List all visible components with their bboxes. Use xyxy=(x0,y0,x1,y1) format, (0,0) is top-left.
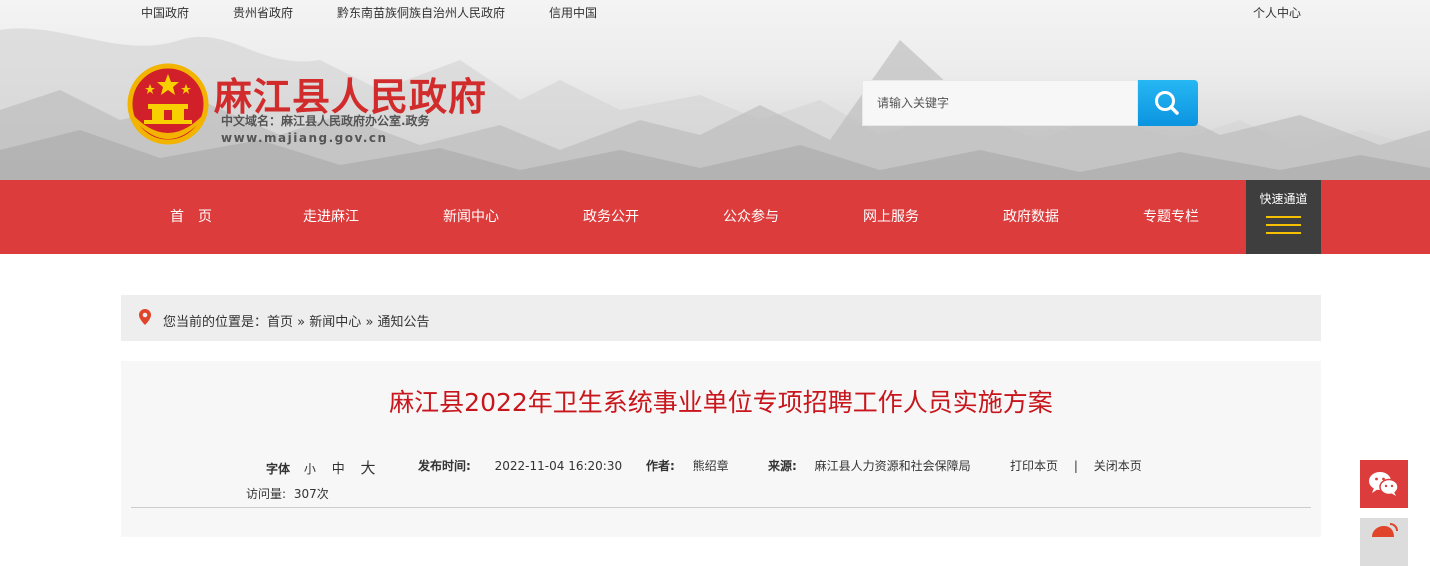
action-divider: | xyxy=(1073,459,1078,473)
toplink-china-gov[interactable]: 中国政府 xyxy=(141,4,189,21)
search-input[interactable] xyxy=(863,81,1137,125)
quick-access-button[interactable]: 快速通道 xyxy=(1246,180,1321,254)
top-links-bar: 中国政府 贵州省政府 黔东南苗族侗族自治州人民政府 信用中国 个人中心 xyxy=(0,4,1430,22)
visit-count: 访问量: 307次 xyxy=(246,485,329,502)
wechat-icon xyxy=(1369,472,1399,496)
visit-count-value: 307次 xyxy=(293,487,329,501)
site-url: www.majiang.gov.cn xyxy=(221,131,388,145)
article-panel: 麻江县2022年卫生系统事业单位专项招聘工作人员实施方案 字体 小 中 大 发布… xyxy=(121,361,1321,537)
weibo-float-button[interactable] xyxy=(1360,518,1408,566)
font-size-medium[interactable]: 中 xyxy=(332,462,345,477)
search-button[interactable] xyxy=(1138,80,1198,126)
source-label: 来源: xyxy=(768,459,797,473)
site-header: 中国政府 贵州省政府 黔东南苗族侗族自治州人民政府 信用中国 个人中心 麻江县人… xyxy=(0,0,1430,180)
national-emblem xyxy=(127,63,209,145)
publish-time-value: 2022-11-04 16:20:30 xyxy=(494,459,623,473)
nav-government-data[interactable]: 政府数据 xyxy=(961,180,1101,254)
author-value: 熊绍章 xyxy=(692,459,729,473)
nav-special-topics[interactable]: 专题专栏 xyxy=(1101,180,1241,254)
breadcrumb-prefix: 您当前的位置是： xyxy=(163,315,268,330)
breadcrumb-link-home[interactable]: 首页 xyxy=(267,315,293,330)
breadcrumb-separator: » xyxy=(365,315,374,330)
breadcrumb-link-news-center[interactable]: 新闻中心 xyxy=(309,315,361,330)
nav-home[interactable]: 首 页 xyxy=(121,180,261,254)
publish-time-label: 发布时间: xyxy=(418,459,471,473)
page-actions: 打印本页 | 关闭本页 xyxy=(1010,457,1142,474)
main-nav: 首 页 走进麻江 新闻中心 政务公开 公众参与 网上服务 政府数据 专题专栏 xyxy=(0,180,1430,254)
nav-about-majiang[interactable]: 走进麻江 xyxy=(261,180,401,254)
breadcrumb-link-notices[interactable]: 通知公告 xyxy=(378,315,430,330)
nav-news-center[interactable]: 新闻中心 xyxy=(401,180,541,254)
publish-time: 发布时间: 2022-11-04 16:20:30 xyxy=(418,457,622,474)
toplink-guizhou-gov[interactable]: 贵州省政府 xyxy=(233,4,293,21)
nav-government-affairs[interactable]: 政务公开 xyxy=(541,180,681,254)
article-divider-line xyxy=(131,507,1311,508)
source-value: 麻江县人力资源和社会保障局 xyxy=(814,459,971,473)
source: 来源: 麻江县人力资源和社会保障局 xyxy=(768,457,971,474)
author-label: 作者: xyxy=(646,459,675,473)
visit-count-label: 访问量: xyxy=(246,487,287,501)
quick-access-label: 快速通道 xyxy=(1259,192,1308,206)
site-domain-line: 中文域名：麻江县人民政府办公室.政务 xyxy=(221,114,430,128)
location-pin-icon xyxy=(139,309,151,325)
search-box xyxy=(862,80,1138,126)
font-size-label: 字体 xyxy=(266,462,291,476)
toplink-qiandongnan-gov[interactable]: 黔东南苗族侗族自治州人民政府 xyxy=(337,4,505,21)
font-size-small[interactable]: 小 xyxy=(304,462,316,476)
toplink-credit-china[interactable]: 信用中国 xyxy=(549,4,597,21)
font-size-controls: 字体 小 中 大 xyxy=(266,457,376,478)
user-center-link[interactable]: 个人中心 xyxy=(1253,4,1301,21)
nav-public-participation[interactable]: 公众参与 xyxy=(681,180,821,254)
font-size-large[interactable]: 大 xyxy=(361,459,376,477)
print-page-link[interactable]: 打印本页 xyxy=(1010,459,1058,473)
breadcrumb-trail: 您当前的位置是：首页 » 新闻中心 » 通知公告 xyxy=(163,311,430,330)
breadcrumb-separator: » xyxy=(297,315,306,330)
nav-online-services[interactable]: 网上服务 xyxy=(821,180,961,254)
search-icon xyxy=(1155,91,1179,115)
breadcrumb: 您当前的位置是：首页 » 新闻中心 » 通知公告 xyxy=(121,295,1321,341)
menu-icon xyxy=(1266,216,1301,234)
article-title: 麻江县2022年卫生系统事业单位专项招聘工作人员实施方案 xyxy=(389,388,1053,417)
wechat-float-button[interactable] xyxy=(1360,460,1408,508)
weibo-icon xyxy=(1372,523,1398,537)
close-page-link[interactable]: 关闭本页 xyxy=(1094,459,1142,473)
author: 作者: 熊绍章 xyxy=(646,457,729,474)
